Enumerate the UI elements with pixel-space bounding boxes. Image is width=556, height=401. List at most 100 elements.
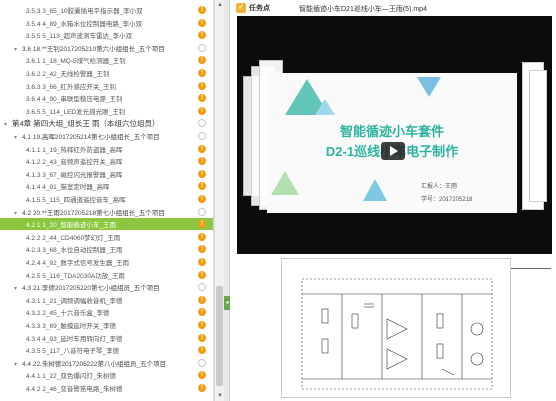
expand-caret-icon[interactable]: ▾ [4,121,12,128]
lesson-item[interactable]: 4.4.2 2_46_变音警笛电路_朱树德! [0,382,213,394]
section-item[interactable]: ▾ 4.4 22.朱树德2017205222第八小组组员_五个项目 [0,357,213,369]
tree-item-label: 4.3.2 2_45_十六音乐盒_李德 [26,307,109,317]
task-incomplete-badge-icon: ! [198,270,206,279]
section-item[interactable]: ▾ 4.1 19.高晖2017205214第七小组组长_五个项目 [0,130,213,142]
lesson-item[interactable]: 3.5.4 4_89_水箱水位控制器电路_李小双! [0,17,213,29]
tree-item-text: 3.5.4 4_89_水箱水位控制器电路_李小双 [26,20,142,28]
tree-item-text: 4.3 21.李德2017205220第七小组组员_五个项目 [22,285,160,293]
slide-student-id: 学号：2017205218 [421,197,473,203]
tree-item-text: 4.4.2 2_46_变音警笛电路_朱树德 [26,386,123,393]
task-incomplete-badge-icon: ! [198,144,206,153]
tree-item-label: 4.2.1 1_20_智能循迹小车_王雨 [26,219,116,229]
status-circle-icon [198,43,206,52]
tree-item-text: 4.2.2 2_44_CD4060梦幻灯_王雨 [26,234,121,242]
task-incomplete-badge-icon: ! [198,333,206,342]
task-incomplete-badge-icon: ! [198,56,206,65]
lesson-item[interactable]: 3.5.3 3_65_10胶囊插电平指示器_李小双! [0,4,213,16]
video-title: 智能循迹小车D21巡线小车—王雨(5).mp4 [299,6,427,13]
tree-item-label: ▾ 4.2 20.**王雨2017205218第七小组组长_五个项目 [14,207,165,217]
tree-item-label: ▾ 3.6 18.**王钊2017205210第六小组组长_五个项目 [14,43,165,53]
tree-item-text: 3.6.2 2_42_无线检警器_王钊 [26,71,110,78]
lesson-item[interactable]: 4.2.1 1_20_智能循迹小车_王雨! [0,218,213,231]
section-item[interactable]: ▾ 4.2 20.**王雨2017205218第七小组组长_五个项目 [0,206,213,218]
tree-item-label: ▾ 第4章 第四大组_组长王 雨（本组六位组员） [4,118,160,129]
tree-item-label: ▾ 4.3 21.李德2017205220第七小组组员_五个项目 [14,282,160,292]
task-incomplete-badge-icon: ! [198,371,206,380]
lesson-item[interactable]: 4.2.5 5_116_TDA2030A功放_王雨! [0,269,213,281]
tree-item-label: 4.1.4 4_91_猫室定时器_高晖 [26,181,109,191]
lesson-item[interactable]: 3.6.2 2_42_无线检警器_王钊! [0,67,213,79]
lesson-item[interactable]: 3.6.3 3_66_红外感应开关_王钊! [0,80,213,92]
content-toolbar: ✓ 任务点 智能循迹小车D21巡线小车—王雨(5).mp4 [231,0,556,16]
tree-item-label: 4.2.4 4_92_数字式信号发生器_王雨 [26,257,129,267]
tree-item-text: 4.4.1 1_22_双色爆闪灯_朱树德 [26,373,116,381]
lesson-item[interactable]: 4.1.3 3_67_磁控闪光报警器_高晖! [0,168,213,180]
lesson-item[interactable]: 4.4.1 1_22_双色爆闪灯_朱树德! [0,369,213,381]
lesson-item[interactable]: 3.6.5 5_114_LED发光摇光眼_王钊! [0,105,213,117]
expand-caret-icon[interactable]: ▾ [14,134,22,141]
lesson-item[interactable]: 3.5.5 5_113_超声波测车雷达_李小双! [0,29,213,41]
expand-caret-icon[interactable]: ▾ [14,361,22,368]
tree-item-label: 4.2.2 2_44_CD4060梦幻灯_王雨 [26,232,120,242]
lesson-item[interactable]: 3.6.4 4_90_串联型稳压电源_王钊! [0,92,213,104]
video-player[interactable]: 智能循迹小车套件 D2-1巡线小车电子制作 汇报人：王雨 学号：20172052… [237,16,552,254]
lesson-item[interactable]: 4.3.2 2_45_十六音乐盒_李德! [0,306,213,318]
lesson-item[interactable]: 4.1.5 5_115_四通道遥控音车_高晖! [0,193,213,205]
status-circle-icon [198,132,206,140]
sidebar-scrollbar[interactable]: ▲ ▼ [214,0,224,401]
task-incomplete-badge-icon: ! [198,195,206,203]
tree-item-label: 3.5.4 4_89_水箱水位控制器电路_李小双 [26,18,142,28]
panel-resize-divider[interactable]: ◂ [224,0,230,401]
chapter-item[interactable]: ▾ 第4章 第四大组_组长王 雨（本组六位组员） [0,117,213,129]
tree-item-label: 4.3.3 3_69_触摸延时开关_李德 [26,320,116,330]
section-item[interactable]: ▾ 3.6 18.**王钊2017205210第六小组组长_五个项目 [0,42,213,54]
tree-item-label: 3.6.2 2_42_无线检警器_王钊 [26,68,109,78]
content-panel: ✓ 任务点 智能循迹小车D21巡线小车—王雨(5).mp4 智能循迹小车套件 D… [231,0,556,401]
scroll-thumb[interactable] [216,286,223,386]
tree-item-text: 第4章 第四大组_组长王 雨（本组六位组员） [12,118,160,128]
collapse-sidebar-icon[interactable]: ◂ [224,296,230,310]
status-circle-icon [198,358,206,367]
lesson-item[interactable]: 4.2.3 3_68_水位自动控制器_王雨! [0,243,213,255]
tree-item-text: 4.1.3 3_67_磁控闪光报警器_高晖 [26,171,123,179]
tree-item-text: 3.6.1 1_18_MQ-5煤气检测器_王钊 [26,58,126,66]
expand-caret-icon[interactable]: ▾ [14,210,22,217]
lesson-item[interactable]: 4.3.3 3_69_触摸延时开关_李德! [0,319,213,331]
task-incomplete-badge-icon: ! [198,106,206,115]
app-window: 3.5.3 3_65_10胶囊插电平指示器_李小双! 3.5.4 4_89_水箱水… [0,0,556,401]
lesson-item[interactable]: 4.3.4 4_93_延时车用转向灯_李德! [0,332,213,344]
tree-item-text: 4.1.5 5_115_四通道遥控音车_高晖 [26,197,126,204]
lesson-item[interactable]: 4.1.2 2_43_音频声遥控开关_高晖! [0,155,213,167]
lesson-item[interactable]: 4.2.2 2_44_CD4060梦幻灯_王雨! [0,231,213,243]
slide-deco-triangle [417,77,441,97]
lesson-item[interactable]: 4.3.1 1_21_调频调幅收音机_李德! [0,294,213,306]
play-icon[interactable] [381,142,405,160]
task-incomplete-badge-icon: ! [198,346,206,355]
status-circle-icon [198,207,206,216]
tree-item-text: 3.6 18.**王钊2017205210第六小组组长_五个项目 [22,45,165,53]
tree-item-text: 4.3.5 5_117_八音符电子琴_李德 [26,348,120,356]
lesson-item[interactable]: 4.2.4 4_92_数字式信号发生器_王雨! [0,256,213,268]
lesson-item[interactable]: 4.1.1 1_19_热释红外防盗器_高晖! [0,143,213,155]
expand-caret-icon[interactable]: ▾ [14,46,22,53]
tree-item-label: 4.4.1 1_22_双色爆闪灯_朱树德 [26,370,116,380]
status-circle-icon [198,119,206,128]
section-item[interactable]: ▾ 4.3 21.李德2017205220第七小组组员_五个项目 [0,281,213,293]
slide-title-line1: 智能循迹小车套件 [339,124,444,139]
tree-item-text: 4.3.4 4_93_延时车用转向灯_李德 [26,335,123,343]
task-incomplete-badge-icon: ! [198,245,206,254]
slide-deco-triangle [363,179,387,201]
lesson-item[interactable]: 4.1.4 4_91_猫室定时器_高晖! [0,180,213,192]
task-incomplete-badge-icon: ! [198,308,206,317]
tree-item-text: 4.3.3 3_69_触摸延时开关_李德 [26,323,116,330]
chapter-tree-sidebar: 3.5.3 3_65_10胶囊插电平指示器_李小双! 3.5.4 4_89_水箱水… [0,0,214,401]
task-incomplete-badge-icon: ! [198,321,206,329]
lesson-item[interactable]: 3.6.1 1_18_MQ-5煤气检测器_王钊! [0,54,213,66]
tree-item-label: 4.1.3 3_67_磁控闪光报警器_高晖 [26,169,122,179]
tree-item-label: 3.6.5 5_114_LED发光摇光眼_王钊 [26,106,125,116]
lesson-item[interactable]: 4.3.5 5_117_八音符电子琴_李德! [0,344,213,356]
expand-caret-icon[interactable]: ▾ [14,285,22,292]
tree-item-label: 4.1.1 1_19_热释红外防盗器_高晖 [26,144,122,154]
task-incomplete-badge-icon: ! [198,6,206,14]
tree-item-label: ▾ 4.1 19.高晖2017205214第七小组组长_五个项目 [14,131,160,141]
